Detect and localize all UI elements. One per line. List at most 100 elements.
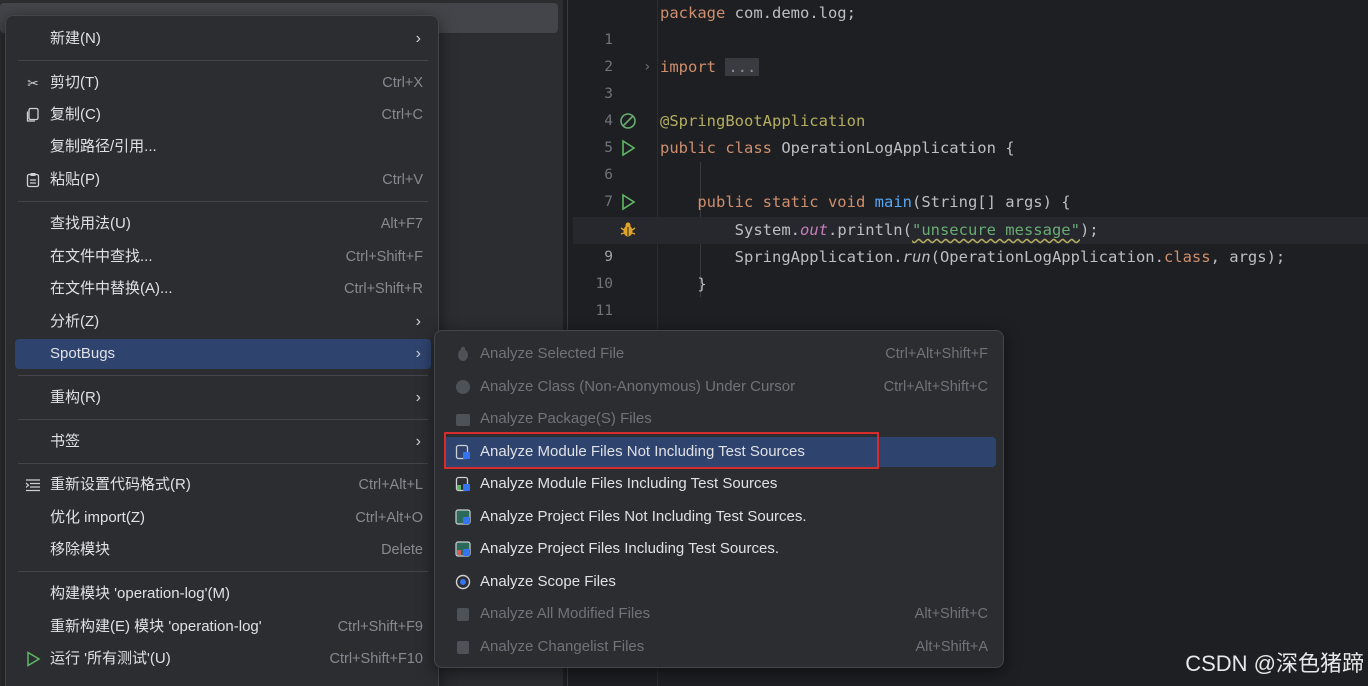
menu-item-label: 查找用法(U) (50, 215, 131, 232)
menu-item-find-in-files[interactable]: 在文件中查找... Ctrl+Shift+F (15, 242, 431, 272)
menu-item-paste[interactable]: 粘贴(P) Ctrl+V (15, 165, 431, 195)
menu-item-analyze[interactable]: 分析(Z) › (15, 307, 431, 337)
fold-chevron-icon[interactable]: › (643, 54, 651, 81)
keyword: public class (660, 139, 772, 157)
project-context-menu: 新建(N) › ✂ 剪切(T) Ctrl+X 复制(C) Ctrl+C 复制路径… (5, 15, 439, 686)
submenu-item-label: Analyze Project Files Including Test Sou… (480, 540, 780, 557)
spring-bean-icon[interactable] (619, 112, 637, 130)
code-line-8: 8 public static void main(String[] args)… (573, 189, 1368, 237)
menu-item-copy-path[interactable]: 复制路径/引用... (15, 132, 431, 162)
code-text: System. (734, 221, 800, 239)
code-line-12: 12 (573, 298, 1368, 346)
menu-item-label: 粘贴(P) (50, 171, 100, 188)
submenu-item-analyze-scope[interactable]: Analyze Scope Files (444, 567, 996, 597)
code-text: (String[] args) { (911, 193, 1071, 211)
submenu-item-label: Analyze Project Files Not Including Test… (480, 508, 807, 525)
menu-item-run-all-tests[interactable]: 运行 '所有测试'(U) Ctrl+Shift+F10 (15, 644, 431, 674)
submenu-item-label: Analyze Selected File (480, 345, 625, 362)
submenu-item-shortcut: Ctrl+Alt+Shift+C (883, 379, 988, 395)
code-line-5: 5 @SpringBootApplication (573, 108, 1368, 156)
modified-files-icon (457, 608, 469, 621)
submenu-item-label: Analyze Changelist Files (480, 638, 645, 655)
keyword: package (660, 4, 726, 22)
menu-item-shortcut: Ctrl+Alt+L (358, 477, 423, 493)
code-line-6: 6 public class OperationLogApplication { (573, 135, 1368, 183)
annotation-highlight-box (444, 432, 879, 469)
submenu-item-analyze-selected-file[interactable]: Analyze Selected File Ctrl+Alt+Shift+F (444, 339, 996, 369)
folded-imports[interactable]: ... (725, 58, 760, 76)
watermark: CSDN @深色猪蹄 (1185, 651, 1364, 676)
code-text: ); (1079, 221, 1099, 239)
menu-item-shortcut: Ctrl+V (382, 172, 423, 188)
submenu-item-analyze-project-no-tests[interactable]: Analyze Project Files Not Including Test… (444, 502, 996, 532)
menu-item-find-usages[interactable]: 查找用法(U) Alt+F7 (15, 209, 431, 239)
menu-item-label: 新建(N) (50, 30, 101, 47)
menu-item-spotbugs[interactable]: SpotBugs › (15, 339, 431, 369)
menu-separator (18, 201, 428, 202)
run-gutter-icon[interactable] (619, 193, 637, 211)
scissors-icon: ✂ (27, 75, 39, 91)
submenu-item-label: Analyze Scope Files (480, 573, 616, 590)
project-test-bug-icon (455, 541, 471, 557)
submenu-item-analyze-module-with-tests[interactable]: Analyze Module Files Including Test Sour… (444, 469, 996, 499)
submenu-item-shortcut: Alt+Shift+A (915, 639, 988, 655)
menu-item-label: SpotBugs (50, 345, 116, 362)
changelist-icon (457, 641, 469, 654)
submenu-item-label: Analyze Class (Non-Anonymous) Under Curs… (480, 378, 796, 395)
keyword: class (1163, 248, 1211, 266)
menu-item-optimize-imports[interactable]: 优化 import(Z) Ctrl+Alt+O (15, 503, 431, 533)
code-line-1: 1 package com.demo.log; (573, 0, 1368, 48)
menu-item-label: 移除模块 (50, 541, 111, 558)
code-line-3: 3 › import ... (573, 54, 1368, 102)
menu-item-new[interactable]: 新建(N) › (15, 24, 431, 54)
submenu-item-analyze-modified[interactable]: Analyze All Modified Files Alt+Shift+C (444, 599, 996, 629)
code-text: SpringApplication. (734, 248, 903, 266)
menu-item-label: 重构(R) (50, 389, 101, 406)
code-line-10: 10 SpringApplication.run(OperationLogApp… (573, 244, 1368, 292)
submenu-item-analyze-packages[interactable]: Analyze Package(S) Files (444, 404, 996, 434)
menu-item-label: 构建模块 'operation-log'(M) (50, 585, 230, 602)
project-bug-icon (455, 509, 471, 525)
menu-item-label: 书签 (50, 433, 81, 450)
menu-item-copy[interactable]: 复制(C) Ctrl+C (15, 100, 431, 130)
menu-separator (18, 60, 428, 61)
submenu-item-shortcut: Alt+Shift+C (914, 606, 988, 622)
bug-icon[interactable] (619, 221, 637, 239)
submenu-item-shortcut: Ctrl+Alt+Shift+F (885, 346, 988, 362)
menu-item-shortcut: Ctrl+Shift+F10 (329, 651, 424, 667)
menu-separator (18, 571, 428, 572)
menu-item-label: 重新构建(E) 模块 'operation-log' (50, 618, 262, 635)
package-bug-icon (456, 414, 470, 426)
code-line-4: 4 (573, 81, 1368, 129)
menu-item-replace-in-files[interactable]: 在文件中替换(A)... Ctrl+Shift+R (15, 274, 431, 304)
scope-icon (455, 574, 471, 590)
string-literal: "unsecure message" (911, 221, 1080, 239)
run-gutter-icon[interactable] (619, 139, 637, 157)
module-test-bug-icon (455, 476, 470, 492)
run-icon (27, 651, 41, 667)
menu-item-label: 在文件中查找... (50, 248, 153, 265)
submenu-item-label: Analyze Module Files Including Test Sour… (480, 475, 778, 492)
menu-item-refactor[interactable]: 重构(R) › (15, 383, 431, 413)
menu-item-rebuild-module[interactable]: 重新构建(E) 模块 'operation-log' Ctrl+Shift+F9 (15, 612, 431, 642)
menu-item-shortcut: Ctrl+X (382, 75, 423, 91)
menu-item-build-module[interactable]: 构建模块 'operation-log'(M) (15, 579, 431, 609)
menu-item-label: 重新设置代码格式(R) (50, 476, 191, 493)
menu-item-remove-module[interactable]: 移除模块 Delete (15, 535, 431, 565)
submenu-item-analyze-project-with-tests[interactable]: Analyze Project Files Including Test Sou… (444, 534, 996, 564)
submenu-item-analyze-class[interactable]: Analyze Class (Non-Anonymous) Under Curs… (444, 372, 996, 402)
chevron-right-icon: › (415, 345, 421, 362)
menu-item-label: 运行 '所有测试'(U) (50, 650, 171, 667)
keyword: public static void (697, 193, 866, 211)
menu-item-label: 剪切(T) (50, 74, 100, 91)
menu-item-bookmarks[interactable]: 书签 › (15, 427, 431, 457)
menu-item-shortcut: Ctrl+C (381, 107, 424, 123)
submenu-item-analyze-changelist[interactable]: Analyze Changelist Files Alt+Shift+A (444, 632, 996, 662)
menu-item-cut[interactable]: ✂ 剪切(T) Ctrl+X (15, 68, 431, 98)
code-line-2: 2 (573, 27, 1368, 75)
menu-item-label: 复制(C) (50, 106, 101, 123)
keyword: import (660, 58, 716, 76)
menu-item-reformat-code[interactable]: 重新设置代码格式(R) Ctrl+Alt+L (15, 470, 431, 500)
method-name: main (874, 193, 912, 211)
menu-item-shortcut: Ctrl+Alt+O (355, 510, 423, 526)
